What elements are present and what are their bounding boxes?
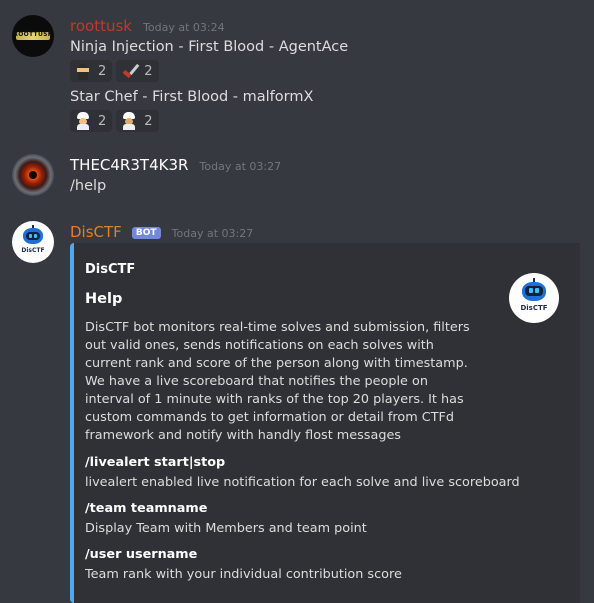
embed-field-name: /team teamname: [85, 501, 208, 516]
message-header: roottusk Today at 03:24: [70, 16, 225, 35]
reaction-count: 2: [144, 63, 153, 79]
reaction-count: 2: [98, 63, 107, 79]
embed-field-name: /user username: [85, 547, 198, 562]
embed-field-value: Team rank with your individual contribut…: [85, 567, 402, 582]
embed-description: DisCTF bot monitors real-time solves and…: [85, 320, 470, 443]
message-text: Ninja Injection - First Blood - AgentAce: [70, 39, 349, 55]
embed-title: Help: [85, 291, 123, 307]
message-text: /help: [70, 178, 107, 194]
reaction-dagger[interactable]: 2: [116, 60, 159, 82]
embed-author: DisCTF: [85, 262, 136, 277]
reaction-chef-woman[interactable]: 2: [116, 110, 159, 132]
timestamp: Today at 03:27: [171, 227, 254, 240]
reaction-chef[interactable]: 2: [70, 110, 113, 132]
username[interactable]: DisCTF: [70, 223, 122, 241]
embed-thumbnail[interactable]: DisCTF: [509, 273, 559, 323]
timestamp: Today at 03:24: [143, 21, 225, 34]
bot-tag-badge: BOT: [131, 227, 161, 239]
robot-icon: DisCTF: [12, 221, 54, 263]
ninja-emoji-icon: [74, 62, 92, 80]
reaction-count: 2: [144, 113, 153, 129]
username[interactable]: roottusk: [70, 17, 132, 35]
message-header: THEC4R3T4K3R Today at 03:27: [70, 155, 281, 174]
message-header: DisCTF BOT Today at 03:27: [70, 222, 253, 241]
reaction-count: 2: [98, 113, 107, 129]
embed-field-value: Display Team with Members and team point: [85, 521, 367, 536]
reactions-bar: 2 2: [70, 60, 159, 82]
avatar-thec4r3t4k3r[interactable]: [12, 154, 54, 196]
avatar-logo-text: ROOTTUSK: [13, 31, 53, 38]
help-embed: DisCTF Help DisCTF bot monitors real-tim…: [70, 243, 580, 603]
avatar-roottusk[interactable]: ROOTTUSK: [12, 15, 54, 57]
chef-emoji-icon: [74, 112, 92, 130]
message-text: Star Chef - First Blood - malformX: [70, 89, 314, 105]
reaction-ninja[interactable]: 2: [70, 60, 113, 82]
username[interactable]: THEC4R3T4K3R: [70, 156, 188, 174]
avatar-eye-pupil: [29, 171, 37, 179]
timestamp: Today at 03:27: [199, 160, 282, 173]
embed-field-name: /livealert start|stop: [85, 455, 226, 470]
chef-woman-emoji-icon: [120, 112, 138, 130]
dagger-emoji-icon: [120, 62, 140, 80]
embed-field-value: livealert enabled live notification for …: [85, 475, 520, 490]
robot-icon: DisCTF: [509, 273, 559, 323]
avatar-disctf[interactable]: DisCTF: [12, 221, 54, 263]
reactions-bar: 2 2: [70, 110, 159, 132]
